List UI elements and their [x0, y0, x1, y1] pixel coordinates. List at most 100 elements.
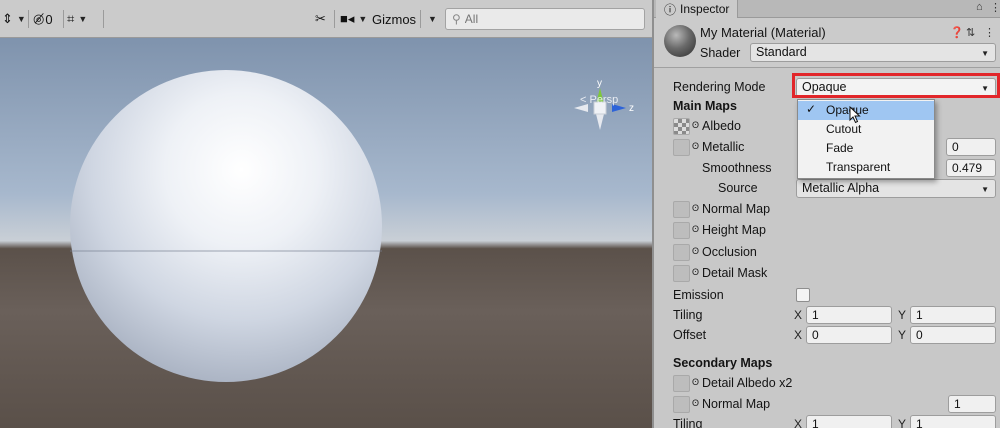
help-icon[interactable]: ❓ — [950, 26, 964, 39]
tiling-row: Tiling X 1 Y 1 — [654, 305, 1000, 326]
offset-label: Offset — [673, 328, 707, 342]
emission-checkbox[interactable] — [796, 288, 810, 302]
scene-visibility-toggle[interactable]: ◎̸ 0 — [33, 9, 53, 29]
menu-item-fade[interactable]: Fade — [798, 139, 934, 158]
menu-item-label: Transparent — [826, 160, 891, 174]
source-value: Metallic Alpha — [802, 181, 880, 195]
occlusion-row: ʘ Occlusion — [654, 242, 1000, 263]
toolbar-divider — [28, 10, 29, 28]
offset-y-axis-label[interactable]: Y — [898, 328, 906, 342]
toolbar-divider — [334, 10, 335, 28]
texture-picker-icon[interactable]: ʘ — [692, 398, 699, 408]
secondary-tiling-y-axis-label[interactable]: Y — [898, 417, 906, 428]
secondary-maps-header-row: Secondary Maps — [654, 353, 1000, 374]
height-map-texture-slot[interactable] — [673, 222, 690, 239]
tiling-y-axis-label[interactable]: Y — [898, 308, 906, 322]
more-menu-icon[interactable]: ⋮ — [990, 1, 1000, 14]
secondary-normal-value-field[interactable]: 1 — [948, 395, 996, 413]
metallic-texture-slot[interactable] — [673, 139, 690, 156]
tiling-y-field[interactable]: 1 — [910, 306, 996, 324]
grid-snap-button[interactable]: ⌗ ▼ — [67, 9, 87, 29]
secondary-tiling-label: Tiling — [673, 417, 703, 428]
albedo-texture-slot[interactable] — [673, 118, 690, 135]
main-maps-header: Main Maps — [673, 99, 737, 113]
secondary-tiling-y-field[interactable]: 1 — [910, 415, 996, 428]
texture-picker-icon[interactable]: ʘ — [692, 141, 699, 151]
settings-icon[interactable]: ⇅ — [966, 26, 975, 39]
secondary-normal-texture-slot[interactable] — [673, 396, 690, 413]
scene-search-field[interactable]: ⚲ — [445, 8, 645, 30]
chevron-down-icon: ▼ — [78, 14, 88, 24]
detail-albedo-texture-slot[interactable] — [673, 375, 690, 392]
rendering-mode-highlight — [792, 73, 1000, 98]
texture-picker-icon[interactable]: ʘ — [692, 203, 699, 213]
tiling-x-axis-label[interactable]: X — [794, 308, 802, 322]
camera-icon: ■◂ — [340, 11, 355, 26]
gizmo-y-label: y — [597, 78, 602, 89]
material-header: My Material (Material) ❓ ⇅ ⋮ Shader Stan… — [654, 18, 1000, 68]
scene-view[interactable]: ⇕ ▼ ◎̸ 0 ⌗ ▼ ✂ ■◂ ▼ Gizmos ▼ ⚲ All y z <… — [0, 0, 652, 428]
occlusion-texture-slot[interactable] — [673, 244, 690, 261]
albedo-label: Albedo — [702, 119, 741, 133]
menu-item-label: Fade — [826, 141, 854, 155]
gizmo-z-label: z — [629, 103, 634, 114]
chevron-down-icon: ▼ — [981, 49, 989, 58]
offset-x-axis-label[interactable]: X — [794, 328, 802, 342]
menu-item-cutout[interactable]: Cutout — [798, 120, 934, 139]
search-input[interactable] — [464, 12, 625, 26]
rendering-mode-menu: ✓ Opaque Cutout Fade Transparent — [797, 99, 935, 179]
toolbar-divider — [63, 10, 64, 28]
tool-handle-button[interactable]: ⇕ ▼ — [2, 9, 26, 29]
texture-picker-icon[interactable]: ʘ — [692, 224, 699, 234]
secondary-maps-header: Secondary Maps — [673, 356, 773, 370]
smoothness-label: Smoothness — [702, 161, 772, 175]
normal-map-texture-slot[interactable] — [673, 201, 690, 218]
toolbar-divider — [420, 10, 421, 28]
height-map-row: ʘ Height Map — [654, 220, 1000, 241]
tools-button[interactable]: ✂ — [315, 9, 326, 29]
secondary-tiling-x-field[interactable]: 1 — [806, 415, 892, 428]
texture-picker-icon[interactable]: ʘ — [692, 246, 699, 256]
gizmos-dropdown-button[interactable]: ▼ — [424, 9, 437, 29]
more-menu-icon[interactable]: ⋮ — [984, 26, 995, 39]
offset-row: Offset X 0 Y 0 — [654, 325, 1000, 346]
scene-viewport[interactable]: y z — [0, 38, 652, 428]
sphere-seam — [70, 250, 382, 252]
menu-item-opaque[interactable]: ✓ Opaque — [798, 101, 934, 120]
shader-dropdown[interactable]: Standard ▼ — [750, 43, 996, 62]
menu-item-label: Cutout — [826, 122, 862, 136]
chevron-down-icon: ▼ — [428, 14, 437, 24]
source-dropdown[interactable]: Metallic Alpha ▼ — [796, 179, 996, 198]
grid-icon: ⌗ — [67, 11, 75, 26]
move-tool-icon: ⇕ — [2, 11, 13, 26]
gizmos-button[interactable]: Gizmos — [372, 9, 416, 29]
chevron-down-icon: ▼ — [358, 14, 368, 24]
sphere-preview — [70, 70, 382, 382]
smoothness-value-field[interactable]: 0.479 — [946, 159, 996, 177]
secondary-normal-map-row: ʘ Normal Map 1 — [654, 394, 1000, 415]
checkmark-icon: ✓ — [806, 102, 817, 116]
detail-mask-row: ʘ Detail Mask — [654, 263, 1000, 284]
gizmo-neg-y-cone[interactable] — [596, 114, 604, 130]
mouse-cursor-icon — [849, 106, 861, 124]
normal-map-label: Normal Map — [702, 202, 771, 216]
offset-x-field[interactable]: 0 — [806, 326, 892, 344]
toolbar-divider — [103, 10, 104, 28]
texture-picker-icon[interactable]: ʘ — [692, 267, 699, 277]
secondary-tiling-x-axis-label[interactable]: X — [794, 417, 802, 428]
offset-y-field[interactable]: 0 — [910, 326, 996, 344]
orientation-gizmo[interactable]: y z — [570, 78, 640, 138]
camera-button[interactable]: ■◂ ▼ — [340, 9, 367, 29]
tab-inspector[interactable]: ⓘ Inspector — [656, 0, 739, 18]
tiling-x-field[interactable]: 1 — [806, 306, 892, 324]
menu-item-transparent[interactable]: Transparent — [798, 158, 934, 177]
detail-mask-texture-slot[interactable] — [673, 265, 690, 282]
persp-label[interactable]: < Persp — [580, 94, 618, 106]
hidden-count: 0 — [45, 11, 53, 27]
texture-picker-icon[interactable]: ʘ — [692, 377, 699, 387]
material-name: My Material (Material) — [700, 25, 826, 40]
metallic-value-field[interactable]: 0 — [946, 138, 996, 156]
texture-picker-icon[interactable]: ʘ — [692, 120, 699, 130]
lock-icon[interactable]: ⌂ — [976, 1, 983, 13]
emission-label: Emission — [673, 288, 724, 302]
